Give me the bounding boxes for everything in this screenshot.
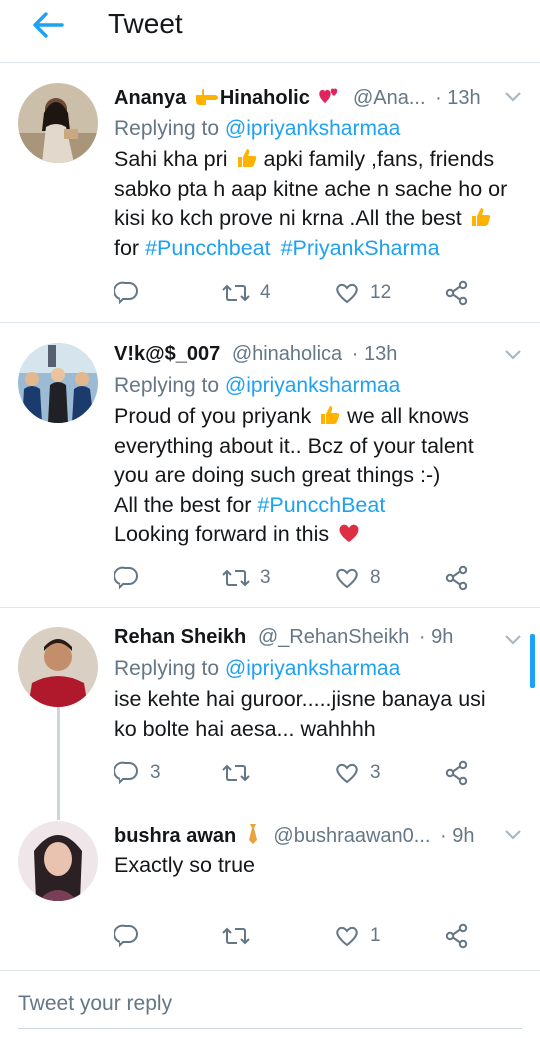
thumbs-up-emoji-icon [237, 149, 256, 167]
reply-button[interactable]: 3 [114, 758, 161, 788]
retweet-icon [222, 764, 250, 782]
tweet-item[interactable]: Rehan Sheikh @_RehanSheikh · 9h Replying… [0, 608, 540, 804]
hashtag-link[interactable]: #PuncchBeat [257, 493, 385, 517]
chevron-down-icon[interactable] [504, 829, 522, 841]
reply-button[interactable] [114, 563, 140, 593]
mention-link[interactable]: @ipriyanksharmaa [225, 117, 400, 140]
replying-to-line: Replying to @ipriyanksharmaa [114, 117, 401, 140]
retweet-button[interactable]: 4 [222, 278, 271, 308]
tweet-item[interactable]: bushra awan @bushraawan0... · 9h Exactly… [0, 805, 540, 971]
tweet-item[interactable]: V!k@$_007 @hinaholica · 13h Replying to … [0, 323, 540, 608]
top-app-bar: Tweet [0, 0, 540, 63]
tweet-actions: 3 3 [114, 758, 524, 788]
hashtag-link[interactable]: #Puncchbeat [145, 236, 271, 260]
avatar[interactable] [18, 627, 98, 707]
thumbs-up-emoji-icon [321, 406, 340, 424]
reply-button[interactable] [114, 278, 140, 308]
share-icon [445, 565, 468, 591]
author-name-suffix[interactable]: Hinaholic [220, 87, 310, 109]
tweet-item[interactable]: Ananya Hinaholic @Ana... · 13h Replying … [0, 63, 540, 323]
mention-link[interactable]: @ipriyanksharmaa [225, 374, 400, 397]
heart-icon [336, 763, 358, 784]
tweet-timestamp: · 9h [418, 626, 454, 648]
thumbs-up-emoji-icon [471, 208, 490, 226]
back-arrow-icon[interactable] [30, 7, 66, 43]
share-button[interactable] [444, 921, 470, 951]
hashtag-link[interactable]: #PriyankSharma [281, 236, 440, 260]
chevron-down-icon[interactable] [504, 349, 522, 361]
tweet-actions: 1 [114, 921, 524, 951]
retweet-button[interactable] [222, 921, 250, 951]
author-name[interactable]: bushra awan [114, 825, 236, 847]
red-heart-emoji-icon [339, 524, 359, 542]
tweet-actions: 3 8 [114, 563, 524, 593]
tweet-author-line: bushra awan @bushraawan0... · 9h [114, 823, 474, 848]
reply-count: 3 [150, 762, 161, 783]
author-handle[interactable]: @bushraawan0... [273, 825, 430, 847]
retweet-icon [222, 927, 250, 945]
author-name[interactable]: Ananya [114, 87, 186, 109]
share-button[interactable] [444, 278, 470, 308]
tweet-author-line: Rehan Sheikh @_RehanSheikh · 9h [114, 626, 453, 649]
reply-icon [114, 566, 138, 590]
tweet-timestamp: · 13h [351, 343, 398, 365]
author-name[interactable]: Rehan Sheikh [114, 626, 246, 648]
share-button[interactable] [444, 563, 470, 593]
chevron-down-icon[interactable] [504, 634, 522, 646]
reply-button[interactable] [114, 921, 140, 951]
tweet-text: Sahi kha pri apki family ,fans, friends … [114, 147, 508, 260]
reply-icon [114, 761, 138, 785]
tweet-author-line: Ananya Hinaholic @Ana... · 13h [114, 85, 481, 110]
retweet-icon [222, 569, 250, 587]
share-icon [445, 923, 468, 949]
like-button[interactable]: 8 [334, 563, 381, 593]
tie-emoji-icon [248, 824, 257, 844]
tweet-timestamp: · 9h [440, 825, 475, 847]
chevron-down-icon[interactable] [504, 91, 522, 103]
tweet-text: Proud of you priyank we all knows everyt… [114, 404, 474, 546]
heart-icon [336, 568, 358, 589]
tweet-timestamp: · 13h [435, 87, 481, 109]
tweet-author-line: V!k@$_007 @hinaholica · 13h [114, 343, 397, 366]
like-count: 8 [370, 567, 381, 588]
heart-icon [336, 926, 358, 947]
tweet-text: ise kehte hai guroor.....jisne banaya us… [114, 687, 486, 741]
hearts-emoji-icon [319, 88, 338, 103]
replying-to-line: Replying to @ipriyanksharmaa [114, 657, 401, 680]
retweet-count: 3 [260, 567, 271, 588]
reply-icon [114, 281, 138, 305]
reply-composer [18, 988, 522, 1029]
retweet-button[interactable] [222, 758, 250, 788]
author-name[interactable]: V!k@$_007 [114, 343, 220, 365]
retweet-button[interactable]: 3 [222, 563, 271, 593]
avatar[interactable] [18, 83, 98, 163]
mention-link[interactable]: @ipriyanksharmaa [225, 657, 400, 680]
pointing-hand-emoji-icon [195, 89, 218, 105]
author-handle[interactable]: @_RehanSheikh [258, 626, 410, 648]
like-count: 12 [370, 282, 392, 303]
share-button[interactable] [444, 758, 470, 788]
reply-icon [114, 924, 138, 948]
tweet-actions: 4 12 [114, 278, 524, 308]
like-button[interactable]: 3 [334, 758, 381, 788]
retweet-icon [222, 284, 250, 302]
like-button[interactable]: 1 [334, 921, 381, 951]
like-count: 3 [370, 762, 381, 783]
heart-icon [336, 283, 358, 304]
author-handle[interactable]: @Ana... [353, 87, 426, 109]
tweet-text: Exactly so true [114, 853, 255, 877]
like-button[interactable]: 12 [334, 278, 391, 308]
page-title: Tweet [108, 8, 183, 39]
share-icon [445, 280, 468, 306]
author-handle[interactable]: @hinaholica [232, 343, 342, 365]
like-count: 1 [370, 925, 381, 946]
retweet-count: 4 [260, 282, 271, 303]
reply-input[interactable] [18, 988, 522, 1020]
replying-to-line: Replying to @ipriyanksharmaa [114, 374, 401, 397]
avatar[interactable] [18, 821, 98, 901]
avatar[interactable] [18, 343, 98, 423]
share-icon [445, 760, 468, 786]
